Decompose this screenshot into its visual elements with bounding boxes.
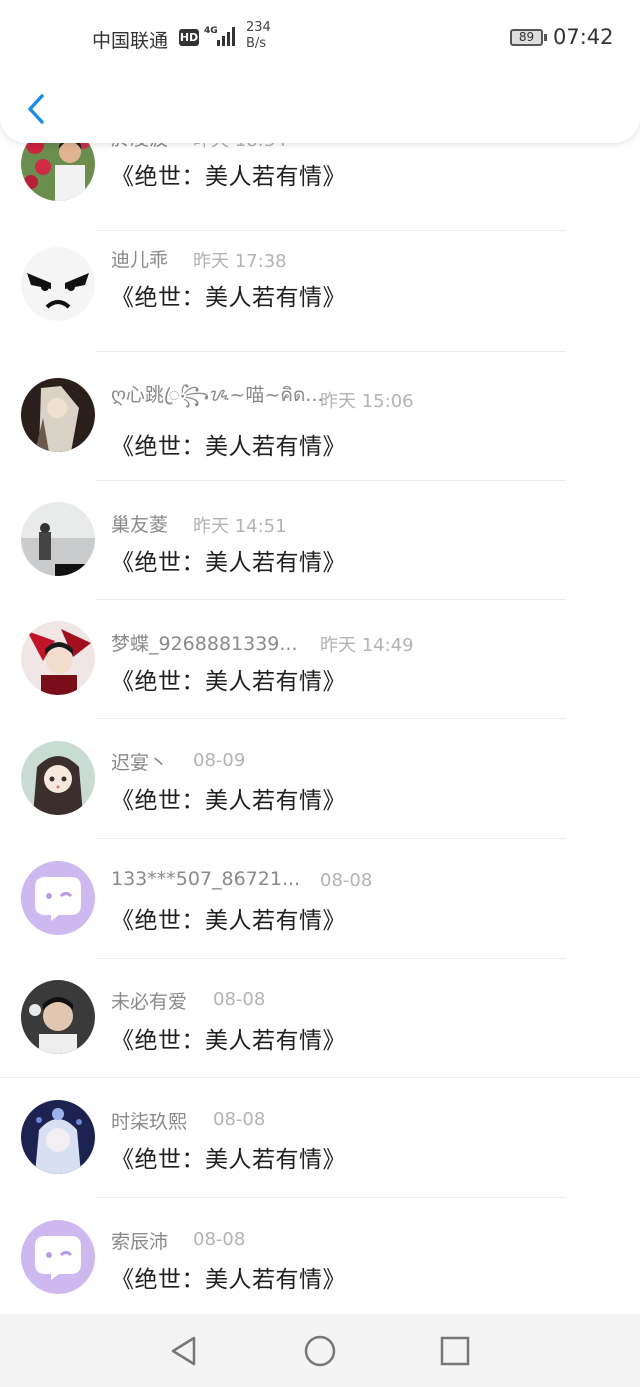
message-text: 《绝世：美人若有情》 — [111, 1147, 346, 1173]
system-nav-bar — [0, 1314, 640, 1387]
message-text: 《绝世：美人若有情》 — [111, 669, 346, 695]
hd-badge: HD — [179, 29, 199, 46]
nav-back-button[interactable] — [166, 1333, 202, 1369]
list-item[interactable]: ღ心跳ꦿ꧂ᝰ~喵~คิด... 昨天 15:06 《绝世：美人若有情》 — [0, 351, 640, 471]
network-speed: 234 B/s — [246, 20, 271, 52]
sender-name: 梦蝶_9268881339... — [111, 633, 298, 655]
speed-unit: B/s — [246, 36, 267, 51]
message-text: 《绝世：美人若有情》 — [111, 1028, 346, 1054]
chevron-left-icon — [28, 94, 44, 124]
carrier-name: 中国联通 — [92, 30, 169, 52]
list-item[interactable]: 迟宴丶 08-09 《绝世：美人若有情》 — [0, 718, 640, 838]
avatar[interactable] — [21, 378, 95, 452]
network-type: 4G — [204, 26, 218, 36]
sender-name: 索辰沛 — [111, 1231, 169, 1253]
list-item[interactable]: 迪儿乖 昨天 17:38 《绝世：美人若有情》 — [0, 230, 640, 350]
message-time: 08-09 — [193, 750, 246, 771]
battery-icon: 89 — [510, 29, 543, 46]
triangle-back-icon — [171, 1336, 196, 1366]
message-time: 08-08 — [320, 870, 373, 891]
avatar[interactable] — [21, 861, 95, 935]
avatar[interactable] — [21, 741, 95, 815]
signal-icon: 4G — [204, 24, 238, 52]
message-text: 《绝世：美人若有情》 — [111, 908, 346, 934]
message-time: 昨天 14:49 — [320, 635, 414, 656]
circle-home-icon — [304, 1335, 336, 1367]
back-button[interactable] — [22, 90, 52, 128]
sender-name: ღ心跳ꦿ꧂ᝰ~喵~คิด... — [111, 384, 324, 406]
message-text: 《绝世：美人若有情》 — [111, 550, 346, 576]
status-time: 07:42 — [553, 25, 614, 49]
message-time: 昨天 14:51 — [193, 516, 287, 537]
nav-recent-button[interactable] — [437, 1333, 473, 1369]
battery-tip — [544, 34, 547, 41]
avatar[interactable] — [21, 247, 95, 321]
square-recent-icon — [440, 1336, 470, 1366]
list-item[interactable]: 时柒玖熙 08-08 《绝世：美人若有情》 — [0, 1077, 640, 1197]
nav-home-button[interactable] — [302, 1333, 338, 1369]
message-text: 《绝世：美人若有情》 — [111, 788, 346, 814]
sender-name: 巢友菱 — [111, 514, 169, 536]
sender-name: 133***507_86721... — [111, 868, 301, 890]
message-text: 《绝世：美人若有情》 — [111, 285, 346, 311]
message-text: 《绝世：美人若有情》 — [111, 1267, 346, 1293]
avatar[interactable] — [21, 1220, 95, 1294]
list-item[interactable]: 未必有爱 08-08 《绝世：美人若有情》 — [0, 958, 640, 1078]
message-text: 《绝世：美人若有情》 — [111, 164, 346, 190]
list-item[interactable]: 索辰沛 08-08 《绝世：美人若有情》 — [0, 1197, 640, 1317]
message-time: 昨天 17:38 — [193, 251, 287, 272]
sender-name: 未必有爱 — [111, 991, 188, 1013]
message-time: 08-08 — [213, 989, 266, 1010]
avatar[interactable] — [21, 1100, 95, 1174]
sender-name: 时柒玖熙 — [111, 1111, 188, 1133]
avatar[interactable] — [21, 502, 95, 576]
speed-value: 234 — [246, 20, 271, 35]
top-bar: 中国联通 HD 4G 234 B/s 89 07:42 — [0, 0, 640, 143]
list-item[interactable]: 巢友菱 昨天 14:51 《绝世：美人若有情》 — [0, 480, 640, 600]
sender-name: 迪儿乖 — [111, 249, 169, 271]
message-time: 08-08 — [213, 1109, 266, 1130]
list-item[interactable]: 梦蝶_9268881339... 昨天 14:49 《绝世：美人若有情》 — [0, 599, 640, 719]
sender-name: 迟宴丶 — [111, 752, 169, 774]
list-item[interactable]: 133***507_86721... 08-08 《绝世：美人若有情》 — [0, 838, 640, 958]
avatar[interactable] — [21, 980, 95, 1054]
message-time: 昨天 15:06 — [320, 391, 414, 412]
avatar[interactable] — [21, 621, 95, 695]
message-text: 《绝世：美人若有情》 — [111, 434, 346, 460]
message-time: 08-08 — [193, 1229, 246, 1250]
